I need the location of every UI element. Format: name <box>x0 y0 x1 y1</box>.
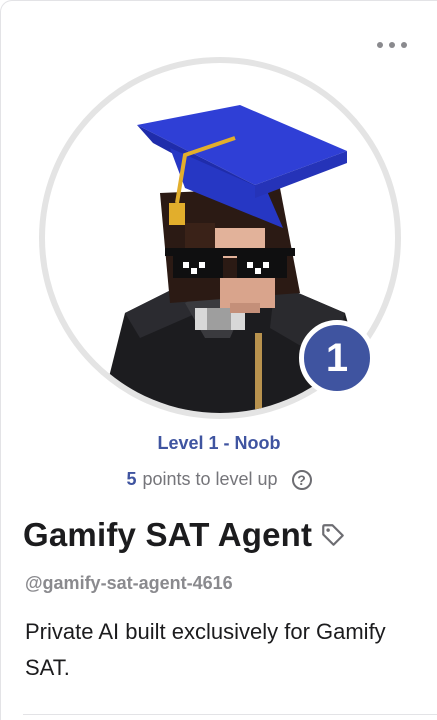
more-dot <box>401 42 407 48</box>
more-dot <box>389 42 395 48</box>
help-icon[interactable]: ? <box>291 469 312 490</box>
profile-bio: Private AI built exclusively for Gamify … <box>25 619 386 680</box>
points-count: 5 <box>126 469 137 489</box>
level-label: Level 1 - Noob <box>157 433 281 453</box>
more-dot <box>377 42 383 48</box>
tag-icon[interactable] <box>320 522 346 548</box>
profile-card: 1 Level 1 - Noob 5 points to level up ? … <box>0 0 437 720</box>
points-to-level-up: 5 points to level up ? <box>1 469 437 490</box>
profile-name: Gamify SAT Agent <box>23 516 313 553</box>
name-row: Gamify SAT Agent <box>23 516 346 554</box>
more-options-icon[interactable] <box>377 35 407 55</box>
level-badge: 1 <box>299 320 375 396</box>
points-text: points to level up <box>142 469 278 489</box>
avatar[interactable]: 1 <box>39 57 401 419</box>
profile-handle: @gamify-sat-agent-4616 <box>25 573 233 593</box>
divider <box>23 714 437 715</box>
